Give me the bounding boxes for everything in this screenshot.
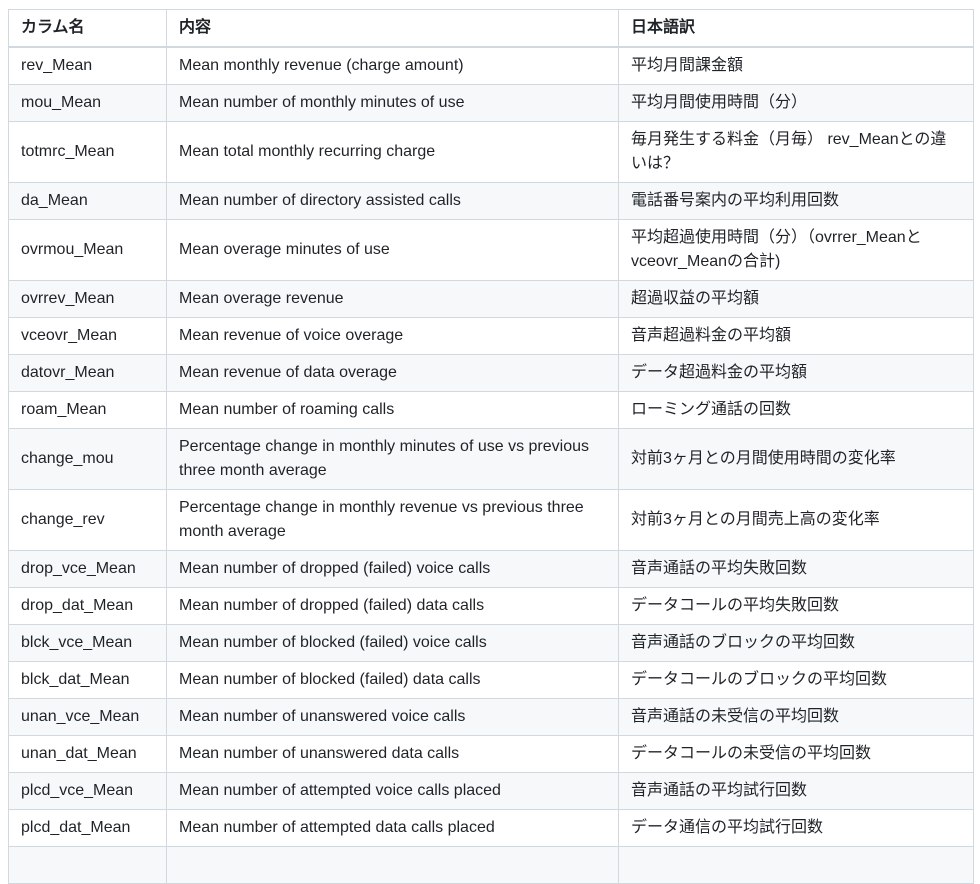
cell-description: Mean revenue of data overage [166,354,619,392]
cell-japanese: 音声通話の平均失敗回数 [618,550,974,588]
cell-description: Mean number of roaming calls [166,391,619,429]
table-row: change_mou Percentage change in monthly m… [8,428,974,490]
table-row: vceovr_Mean Mean revenue of voice overage… [8,317,974,355]
table-row: totmrc_Mean Mean total monthly recurring … [8,121,974,183]
table-row: da_Mean Mean number of directory assisted… [8,182,974,220]
cell-japanese: 音声通話の平均試行回数 [618,772,974,810]
table-row: ovrrev_Mean Mean overage revenue 超過収益の平均額 [8,280,974,318]
cell-column-name: unan_vce_Mean [8,698,167,736]
cell-japanese: 平均月間課金額 [618,46,974,85]
header-column-name: カラム名 [8,9,167,48]
header-description: 内容 [166,9,619,48]
cell-description: Mean number of dropped (failed) data cal… [166,587,619,625]
cell-japanese: 音声通話のブロックの平均回数 [618,624,974,662]
table-row: rev_Mean Mean monthly revenue (charge amo… [8,46,974,85]
cell-japanese: 音声超過料金の平均額 [618,317,974,355]
cell-japanese: 対前3ヶ月との月間使用時間の変化率 [618,428,974,490]
cell-description: Mean monthly revenue (charge amount) [166,46,619,85]
cell-column-name: change_mou [8,428,167,490]
cell-column-name: ovrrev_Mean [8,280,167,318]
cell-column-name: drop_dat_Mean [8,587,167,625]
cell-japanese: 平均超過使用時間（分）（ovrrer_Meanとvceovr_Meanの合計) [618,219,974,281]
cell-description: Mean number of blocked (failed) data cal… [166,661,619,699]
cell-japanese: データ超過料金の平均額 [618,354,974,392]
table-row: blck_vce_Mean Mean number of blocked (fai… [8,624,974,662]
cell-description: Mean number of attempted voice calls pla… [166,772,619,810]
table-row: datovr_Mean Mean revenue of data overage デ… [8,354,974,392]
cell-description: Mean number of attempted data calls plac… [166,809,619,847]
cell-column-name: datovr_Mean [8,354,167,392]
cell-description: Mean number of directory assisted calls [166,182,619,220]
header-japanese: 日本語訳 [618,9,974,48]
cell-column-name: da_Mean [8,182,167,220]
cell-column-name: change_rev [8,489,167,551]
cell-japanese: 音声通話の未受信の平均回数 [618,698,974,736]
cell-japanese: 毎月発生する料金（月毎） rev_Meanとの違いは？ [618,121,974,183]
cell-description: Mean revenue of voice overage [166,317,619,355]
table-row: plcd_vce_Mean Mean number of attempted vo… [8,772,974,810]
table-row: ovrmou_Mean Mean overage minutes of use 平均… [8,219,974,281]
empty-cell [166,846,619,884]
table-row: drop_vce_Mean Mean number of dropped (fai… [8,550,974,588]
table-row: change_rev Percentage change in monthly r… [8,489,974,551]
cell-japanese: データコールの未受信の平均回数 [618,735,974,773]
cell-japanese: 超過収益の平均額 [618,280,974,318]
cell-description: Mean overage revenue [166,280,619,318]
table-row: drop_dat_Mean Mean number of dropped (fai… [8,587,974,625]
cell-japanese: 平均月間使用時間（分） [618,84,974,122]
cell-column-name: blck_dat_Mean [8,661,167,699]
cell-description: Mean total monthly recurring charge [166,121,619,183]
cell-description: Mean number of unanswered data calls [166,735,619,773]
cell-column-name: plcd_dat_Mean [8,809,167,847]
cell-column-name: plcd_vce_Mean [8,772,167,810]
cell-description: Percentage change in monthly revenue vs … [166,489,619,551]
cell-japanese: 電話番号案内の平均利用回数 [618,182,974,220]
cell-japanese: データ通信の平均試行回数 [618,809,974,847]
table-row: blck_dat_Mean Mean number of blocked (fai… [8,661,974,699]
cell-japanese: データコールのブロックの平均回数 [618,661,974,699]
cell-column-name: mou_Mean [8,84,167,122]
cell-column-name: totmrc_Mean [8,121,167,183]
table-row: mou_Mean Mean number of monthly minutes o… [8,84,974,122]
cell-column-name: ovrmou_Mean [8,219,167,281]
cell-column-name: drop_vce_Mean [8,550,167,588]
table-row: plcd_dat_Mean Mean number of attempted da… [8,809,974,847]
cell-column-name: roam_Mean [8,391,167,429]
empty-cell [8,846,167,884]
cell-column-name: rev_Mean [8,46,167,85]
cell-japanese: 対前3ヶ月との月間売上高の変化率 [618,489,974,551]
cell-description: Percentage change in monthly minutes of … [166,428,619,490]
cell-description: Mean number of monthly minutes of use [166,84,619,122]
empty-cell [618,846,974,884]
cell-description: Mean number of blocked (failed) voice ca… [166,624,619,662]
cell-description: Mean overage minutes of use [166,219,619,281]
cell-column-name: vceovr_Mean [8,317,167,355]
column-definition-table: カラム名 内容 日本語訳 rev_Mean Mean monthly revenu… [8,9,974,884]
cell-description: Mean number of dropped (failed) voice ca… [166,550,619,588]
cell-description: Mean number of unanswered voice calls [166,698,619,736]
table-row: unan_dat_Mean Mean number of unanswered d… [8,735,974,773]
cell-japanese: データコールの平均失敗回数 [618,587,974,625]
table-header-row: カラム名 内容 日本語訳 [8,9,974,48]
cell-column-name: unan_dat_Mean [8,735,167,773]
table-row: roam_Mean Mean number of roaming calls ローミ… [8,391,974,429]
cell-japanese: ローミング通話の回数 [618,391,974,429]
table-row-partial [8,846,974,884]
cell-column-name: blck_vce_Mean [8,624,167,662]
table-row: unan_vce_Mean Mean number of unanswered v… [8,698,974,736]
